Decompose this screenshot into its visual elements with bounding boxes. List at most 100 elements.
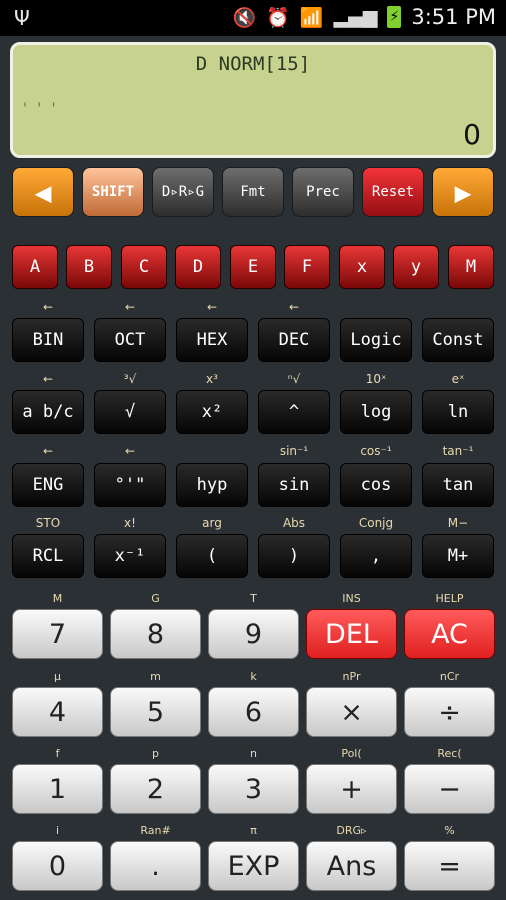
close-paren-button[interactable]: ) — [258, 534, 330, 578]
exp-button[interactable]: EXP — [208, 841, 299, 891]
shift-label: STO — [35, 516, 61, 530]
digit-8-button[interactable]: 8 — [110, 609, 201, 659]
alarm-icon: ⏰ — [266, 6, 290, 29]
rcl-button[interactable]: RCL — [12, 534, 84, 578]
key-c[interactable]: C — [121, 245, 167, 289]
const-button[interactable]: Const — [422, 318, 494, 362]
function-row: ◀ SHIFT D▹R▹G Fmt Prec Reset ▶ — [12, 167, 494, 219]
battery-icon: ⚡ — [387, 6, 402, 28]
key-f[interactable]: F — [284, 245, 330, 289]
hex-button[interactable]: HEX — [176, 318, 248, 362]
shift-label: μ — [54, 670, 61, 683]
shift-label: n — [250, 747, 257, 760]
sqrt-button[interactable]: √ — [94, 390, 166, 434]
shift-label: ³√ — [123, 372, 137, 386]
reset-button[interactable]: Reset — [362, 167, 424, 217]
ln-button[interactable]: ln — [422, 390, 494, 434]
shift-label: tan⁻¹ — [442, 444, 474, 458]
minus-button[interactable]: − — [404, 764, 495, 814]
shift-label: i — [55, 824, 60, 837]
eng-button[interactable]: ENG — [12, 463, 84, 507]
shift-label: ← — [42, 300, 54, 314]
ans-button[interactable]: Ans — [306, 841, 397, 891]
precision-button[interactable]: Prec — [292, 167, 354, 217]
shift-label: % — [444, 824, 455, 837]
digit-6-button[interactable]: 6 — [208, 687, 299, 737]
cursor-left-button[interactable]: ◀ — [12, 167, 74, 217]
shift-label: x! — [124, 516, 136, 530]
shift-label: nPr — [342, 670, 361, 683]
key-b[interactable]: B — [66, 245, 112, 289]
tan-button[interactable]: tan — [422, 463, 494, 507]
key-m[interactable]: M — [448, 245, 494, 289]
key-d[interactable]: D — [175, 245, 221, 289]
shift-label: ⁿ√ — [287, 372, 301, 386]
shift-label: HELP — [435, 592, 464, 605]
shift-label: 10ˣ — [365, 372, 387, 386]
status-bar: Ψ 🔇 ⏰ 📶 ▂▄▆ ⚡ 3:51 PM — [0, 0, 506, 36]
shift-label: G — [151, 592, 160, 605]
shift-label: ← — [288, 300, 300, 314]
shift-label: cos⁻¹ — [360, 444, 392, 458]
power-button[interactable]: ^ — [258, 390, 330, 434]
shift-label: m — [150, 670, 161, 683]
equals-button[interactable]: = — [404, 841, 495, 891]
calculator-display: D NORM[15] ' ' ' 0 — [10, 42, 496, 158]
log-button[interactable]: log — [340, 390, 412, 434]
display-indicator: ' ' ' — [23, 101, 59, 117]
sin-button[interactable]: sin — [258, 463, 330, 507]
digit-9-button[interactable]: 9 — [208, 609, 299, 659]
cursor-right-button[interactable]: ▶ — [432, 167, 494, 217]
shift-label: T — [250, 592, 257, 605]
del-button[interactable]: DEL — [306, 609, 397, 659]
dec-button[interactable]: DEC — [258, 318, 330, 362]
open-paren-button[interactable]: ( — [176, 534, 248, 578]
shift-label: f — [55, 747, 60, 760]
cos-button[interactable]: cos — [340, 463, 412, 507]
digit-0-button[interactable]: 0 — [12, 841, 103, 891]
shift-label: INS — [342, 592, 361, 605]
square-button[interactable]: x² — [176, 390, 248, 434]
multiply-button[interactable]: × — [306, 687, 397, 737]
key-a[interactable]: A — [12, 245, 58, 289]
shift-label: Rec( — [437, 747, 462, 760]
digit-1-button[interactable]: 1 — [12, 764, 103, 814]
decimal-point-button[interactable]: . — [110, 841, 201, 891]
shift-label: Ran# — [140, 824, 171, 837]
shift-label: ← — [206, 300, 218, 314]
digit-7-button[interactable]: 7 — [12, 609, 103, 659]
memory-plus-button[interactable]: M+ — [422, 534, 494, 578]
drg-button[interactable]: D▹R▹G — [152, 167, 214, 217]
signal-icon: ▂▄▆ — [333, 6, 378, 28]
digit-4-button[interactable]: 4 — [12, 687, 103, 737]
plus-button[interactable]: + — [306, 764, 397, 814]
wifi-icon: 📶 — [299, 6, 324, 29]
bin-button[interactable]: BIN — [12, 318, 84, 362]
hyp-button[interactable]: hyp — [176, 463, 248, 507]
comma-button[interactable]: , — [340, 534, 412, 578]
shift-label: M — [52, 592, 63, 605]
key-e[interactable]: E — [230, 245, 276, 289]
oct-button[interactable]: OCT — [94, 318, 166, 362]
reciprocal-button[interactable]: x⁻¹ — [94, 534, 166, 578]
degree-button[interactable]: °'" — [94, 463, 166, 507]
shift-label: π — [250, 824, 257, 837]
divide-button[interactable]: ÷ — [404, 687, 495, 737]
shift-label: x³ — [206, 372, 218, 386]
shift-label: Abs — [282, 516, 306, 530]
digit-3-button[interactable]: 3 — [208, 764, 299, 814]
key-x[interactable]: x — [339, 245, 385, 289]
format-button[interactable]: Fmt — [222, 167, 284, 217]
fraction-button[interactable]: a b/c — [12, 390, 84, 434]
logic-button[interactable]: Logic — [340, 318, 412, 362]
digit-5-button[interactable]: 5 — [110, 687, 201, 737]
shift-label: ← — [42, 444, 54, 458]
usb-icon: Ψ — [14, 6, 30, 30]
digit-2-button[interactable]: 2 — [110, 764, 201, 814]
shift-label: DRG▹ — [336, 824, 367, 837]
shift-label: p — [152, 747, 159, 760]
shift-label: Pol( — [341, 747, 362, 760]
key-y[interactable]: y — [393, 245, 439, 289]
shift-button[interactable]: SHIFT — [82, 167, 144, 217]
ac-button[interactable]: AC — [404, 609, 495, 659]
